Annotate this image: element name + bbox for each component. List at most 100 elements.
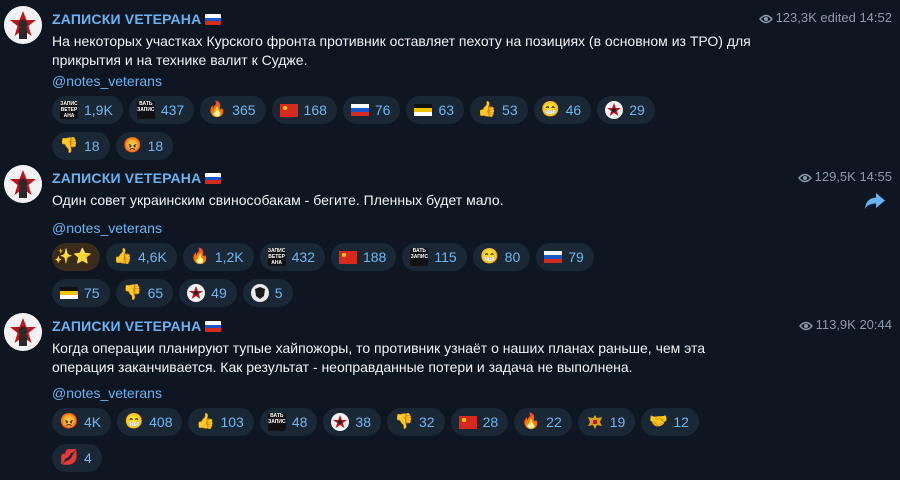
reaction-button[interactable]: 63 bbox=[406, 96, 465, 124]
angry-face-icon: 😡 bbox=[59, 413, 79, 430]
sticker-text-icon: ВАТЬ ЗАПИС bbox=[136, 101, 155, 119]
grin-icon: 😁 bbox=[124, 413, 144, 430]
red-flag-icon bbox=[279, 101, 298, 119]
kiss-lips-icon: 💋 bbox=[59, 449, 79, 466]
handshake-icon: 🤝 bbox=[648, 413, 668, 430]
reaction-button[interactable]: 🔥 365 bbox=[200, 96, 266, 124]
sparkle-star-icon: ✨⭐ bbox=[54, 248, 92, 265]
thumbs-down-icon: 👎 bbox=[59, 137, 79, 154]
grin-icon: 😁 bbox=[480, 248, 500, 265]
post-meta: 123,3K edited 14:52 bbox=[758, 10, 892, 25]
sticker-text-icon: ВАТЬ ЗАПИС bbox=[267, 413, 286, 431]
edited-label: edited bbox=[820, 10, 856, 25]
russia-flag-icon bbox=[205, 14, 222, 25]
star-soldier-icon bbox=[331, 413, 350, 431]
fire-icon: 🔥 bbox=[190, 248, 210, 265]
reaction-button[interactable]: 76 bbox=[342, 96, 401, 124]
reaction-button[interactable]: 😁 80 bbox=[472, 243, 531, 271]
reaction-button[interactable]: 29 bbox=[597, 96, 655, 124]
reaction-button[interactable]: 💋 4 bbox=[52, 444, 102, 472]
thumbs-up-icon: 👍 bbox=[113, 248, 133, 265]
reactions-bar: ✨⭐ 👍 4,6K 🔥 1,2K ЗАПИС ВЕТЕР АНА 432 188 ВАТЬ… bbox=[52, 243, 692, 315]
message-text: Когда операции планируют тупые хайпожоры… bbox=[52, 340, 706, 375]
reaction-button[interactable]: 😁 408 bbox=[117, 408, 183, 436]
reaction-button[interactable]: 188 bbox=[330, 243, 397, 271]
reaction-button[interactable]: 🔥 1,2K bbox=[182, 243, 254, 271]
message-text: Один совет украинским свинособакам - бег… bbox=[52, 192, 504, 208]
reaction-button[interactable]: 👍 4,6K bbox=[106, 243, 177, 271]
eagle-emblem-icon bbox=[586, 413, 604, 431]
reaction-button[interactable]: 👎 65 bbox=[115, 279, 174, 307]
eye-icon bbox=[798, 321, 813, 331]
skull-sticker-icon: ЗАПИС ВЕТЕР АНА bbox=[60, 101, 78, 119]
reaction-button[interactable]: 5 bbox=[242, 279, 293, 307]
view-count: 123,3K bbox=[775, 10, 817, 25]
reaction-button[interactable]: 168 bbox=[271, 96, 337, 124]
reaction-button[interactable]: ВАТЬ ЗАПИС 48 bbox=[259, 408, 318, 436]
post-time: 20:44 bbox=[859, 317, 892, 332]
reaction-button[interactable]: 👍 103 bbox=[188, 408, 254, 436]
thumbs-down-icon: 👎 bbox=[394, 413, 414, 430]
channel-name[interactable]: ZАПИСКИ VЕТЕРАНА bbox=[52, 170, 222, 186]
russia-flag-icon bbox=[544, 248, 563, 266]
view-count: 129,5K bbox=[814, 169, 856, 184]
fire-icon: 🔥 bbox=[207, 101, 227, 118]
russia-flag-icon bbox=[205, 321, 222, 332]
channel-avatar[interactable] bbox=[4, 313, 42, 351]
reaction-button[interactable]: 19 bbox=[577, 408, 636, 436]
reaction-button[interactable]: 🤝 12 bbox=[641, 408, 699, 436]
reactions-bar: ЗАПИС ВЕТЕР АНА 1,9K ВАТЬ ЗАПИС 437 🔥 365 168 … bbox=[52, 96, 692, 168]
reaction-button[interactable]: 👎 32 bbox=[387, 408, 445, 436]
channel-avatar[interactable] bbox=[4, 6, 42, 44]
thumbs-down-icon: 👎 bbox=[123, 284, 142, 301]
message-text: На некоторых участках Курского фронта пр… bbox=[52, 33, 751, 68]
channel-link[interactable]: @notes_veterans bbox=[52, 385, 162, 401]
view-count: 113,9K bbox=[815, 317, 856, 332]
grin-icon: 😁 bbox=[541, 101, 560, 118]
reaction-button[interactable]: ✨⭐ bbox=[52, 243, 100, 271]
reaction-button[interactable]: 79 bbox=[536, 243, 594, 271]
reaction-button[interactable]: 👎 18 bbox=[52, 132, 110, 160]
channel-link[interactable]: @notes_veterans bbox=[52, 220, 162, 236]
share-icon[interactable] bbox=[864, 192, 886, 210]
eye-icon bbox=[758, 14, 773, 24]
red-flag-icon bbox=[458, 413, 477, 431]
star-soldier-icon bbox=[605, 101, 624, 119]
reaction-button[interactable]: 😡 18 bbox=[115, 132, 174, 160]
reaction-button[interactable]: 😁 46 bbox=[533, 96, 592, 124]
reaction-button[interactable]: 👍 53 bbox=[470, 96, 528, 124]
reaction-button[interactable]: 75 bbox=[52, 279, 110, 307]
channel-avatar[interactable] bbox=[4, 165, 42, 203]
sticker-text-icon: ВАТЬ ЗАПИС bbox=[410, 248, 429, 266]
reaction-button[interactable]: ВАТЬ ЗАПИС 437 bbox=[128, 96, 195, 124]
post-meta: 113,9K 20:44 bbox=[798, 317, 892, 332]
reaction-button[interactable]: ВАТЬ ЗАПИС 115 bbox=[402, 243, 467, 271]
skull-sticker-icon: ЗАПИС ВЕТЕР АНА bbox=[267, 248, 286, 266]
channel-link[interactable]: @notes_veterans bbox=[52, 73, 162, 89]
reaction-button[interactable]: ЗАПИС ВЕТЕР АНА 432 bbox=[259, 243, 325, 271]
imperial-flag-icon bbox=[60, 284, 78, 302]
channel-name[interactable]: ZАПИСКИ VЕТЕРАНА bbox=[52, 11, 222, 27]
thumbs-up-icon: 👍 bbox=[477, 101, 497, 118]
reaction-button[interactable]: 🔥 22 bbox=[514, 408, 572, 436]
red-flag-icon bbox=[338, 248, 357, 266]
post-meta: 129,5K 14:55 bbox=[797, 169, 892, 184]
post-time: 14:55 bbox=[859, 169, 892, 184]
star-soldier-icon bbox=[187, 284, 206, 302]
thumbs-up-icon: 👍 bbox=[196, 413, 215, 430]
reaction-button[interactable]: 49 bbox=[179, 279, 237, 307]
reaction-button[interactable]: 28 bbox=[450, 408, 509, 436]
reaction-button[interactable]: 38 bbox=[323, 408, 381, 436]
eye-icon bbox=[797, 173, 812, 183]
russia-flag-icon bbox=[205, 173, 222, 184]
shield-emblem-icon bbox=[250, 284, 269, 302]
imperial-flag-icon bbox=[414, 101, 433, 119]
fire-icon: 🔥 bbox=[521, 413, 541, 430]
reaction-button[interactable]: 😡 4K bbox=[52, 408, 112, 436]
channel-name[interactable]: ZАПИСКИ VЕТЕРАНА bbox=[52, 318, 222, 334]
reactions-bar: 😡 4K 😁 408 👍 103 ВАТЬ ЗАПИС 48 38 👎 32 28 🔥 22 … bbox=[52, 408, 699, 480]
reaction-button[interactable]: ЗАПИС ВЕТЕР АНА 1,9K bbox=[52, 96, 123, 124]
russia-flag-icon bbox=[350, 101, 369, 119]
post-time: 14:52 bbox=[859, 10, 892, 25]
angry-face-icon: 😡 bbox=[123, 137, 142, 154]
